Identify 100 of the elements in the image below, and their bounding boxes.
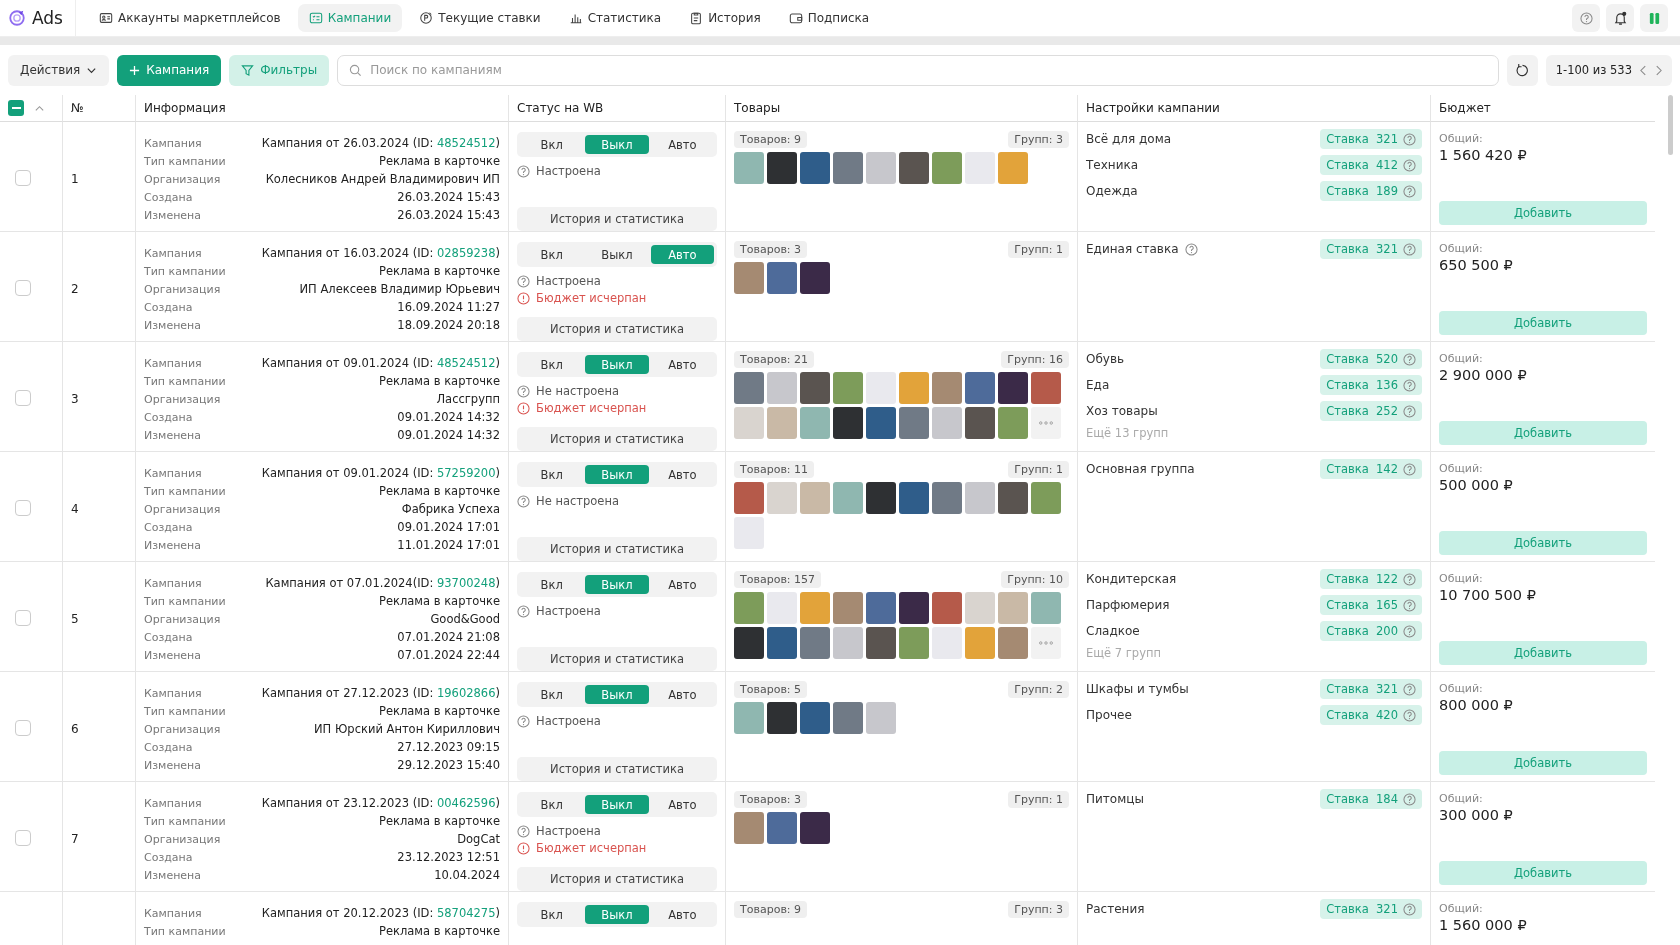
add-campaign-button[interactable]: Кампания (117, 54, 222, 86)
toggle-option[interactable]: Авто (650, 685, 714, 704)
previous-page-button[interactable] (1640, 64, 1647, 76)
toggle-option[interactable]: Вкл (520, 685, 584, 704)
bid-tag[interactable]: Ставка 321 (1320, 899, 1422, 919)
toggle-option[interactable]: Выкл (585, 685, 649, 704)
help-button[interactable] (1572, 4, 1600, 32)
group-name: Прочее (1086, 708, 1132, 722)
bid-tag[interactable]: Ставка 189 (1320, 181, 1422, 201)
campaign-id-link[interactable]: 57259200 (436, 466, 496, 480)
row-checkbox[interactable] (15, 830, 31, 846)
toggle-option[interactable]: Вкл (520, 795, 584, 814)
product-photo (965, 482, 995, 514)
bid-tag[interactable]: Ставка 200 (1320, 621, 1422, 641)
bid-tag[interactable]: Ставка 520 (1320, 349, 1422, 369)
campaign-id-link[interactable]: 48524512 (436, 136, 496, 150)
actions-dropdown[interactable]: Действия (8, 54, 110, 86)
add-budget-button[interactable]: Добавить (1439, 641, 1647, 665)
history-button[interactable]: История и статистика (517, 427, 717, 451)
campaign-id-link[interactable]: 58704275 (436, 906, 496, 920)
toggle-option[interactable]: Авто (650, 135, 714, 154)
bid-tag[interactable]: Ставка 136 (1320, 375, 1422, 395)
add-budget-button[interactable]: Добавить (1439, 421, 1647, 445)
bid-tag[interactable]: Ставка 184 (1320, 789, 1422, 809)
notifications-button[interactable] (1606, 4, 1634, 32)
bid-tag[interactable]: Ставка 122 (1320, 569, 1422, 589)
toggle-option[interactable]: Авто (650, 905, 714, 924)
row-checkbox[interactable] (15, 500, 31, 516)
toggle-option[interactable]: Выкл (585, 795, 649, 814)
toggle-option[interactable]: Выкл (585, 575, 649, 594)
history-button[interactable]: История и статистика (517, 757, 717, 781)
product-photo (767, 407, 797, 439)
bid-tag[interactable]: Ставка 142 (1320, 459, 1422, 479)
bid-tag[interactable]: Ставка 321 (1320, 679, 1422, 699)
row-checkbox[interactable] (15, 720, 31, 736)
add-budget-button[interactable]: Добавить (1439, 861, 1647, 885)
toggle-option[interactable]: Вкл (520, 575, 584, 594)
nav-tab[interactable]: Текущие ставки (408, 4, 552, 32)
campaign-id-link[interactable]: 19602866 (436, 686, 496, 700)
row-checkbox[interactable] (15, 170, 31, 186)
toggle-option[interactable]: Выкл (585, 245, 649, 264)
next-page-button[interactable] (1655, 64, 1662, 76)
nav-tab[interactable]: Аккаунты маркетплейсов (88, 4, 292, 32)
more-products-button[interactable] (1031, 407, 1061, 439)
more-groups-link[interactable]: Ещё 13 групп (1086, 426, 1422, 440)
bid-tag[interactable]: Ставка 420 (1320, 705, 1422, 725)
refresh-button[interactable] (1506, 54, 1538, 86)
toggle-option[interactable]: Вкл (520, 905, 584, 924)
field-value: 26.03.2024 15:43 (396, 190, 500, 205)
history-button[interactable]: История и статистика (517, 647, 717, 671)
bid-tag[interactable]: Ставка 165 (1320, 595, 1422, 615)
history-button[interactable]: История и статистика (517, 867, 717, 891)
toggle-option[interactable]: Авто (650, 575, 714, 594)
toggle-option[interactable]: Авто (650, 465, 714, 484)
toggle-option[interactable]: Выкл (585, 135, 649, 154)
filters-button[interactable]: Фильтры (229, 54, 330, 86)
campaign-id-link[interactable]: 48524512 (436, 356, 496, 370)
add-budget-button[interactable]: Добавить (1439, 751, 1647, 775)
row-number: 1 (71, 172, 80, 186)
bid-tag[interactable]: Ставка 252 (1320, 401, 1422, 421)
bid-tag[interactable]: Ставка 321 (1320, 129, 1422, 149)
campaign-id-link[interactable]: 02859238 (436, 246, 496, 260)
logo-icon (8, 9, 26, 27)
product-photo (734, 407, 764, 439)
more-products-button[interactable] (1031, 627, 1061, 659)
nav-tab[interactable]: Статистика (557, 4, 673, 32)
row-checkbox[interactable] (15, 390, 31, 406)
select-all-checkbox[interactable] (8, 100, 24, 116)
toggle-option[interactable]: Вкл (520, 135, 584, 154)
row-checkbox[interactable] (15, 280, 31, 296)
bid-tag[interactable]: Ставка 321 (1320, 239, 1422, 259)
toggle-option[interactable]: Авто (650, 355, 714, 374)
field-label: Кампания (144, 356, 203, 371)
bid-tag[interactable]: Ставка 412 (1320, 155, 1422, 175)
panel-toggle-button[interactable] (1640, 4, 1668, 32)
add-budget-button[interactable]: Добавить (1439, 531, 1647, 555)
search-field[interactable]: Поиск по кампаниям (337, 54, 1499, 86)
nav-tab[interactable]: Кампании (297, 4, 403, 32)
toggle-option[interactable]: Вкл (520, 465, 584, 484)
nav-tab[interactable]: Подписка (777, 4, 881, 32)
groups-count: Групп: 3 (1008, 131, 1069, 148)
campaign-id-link[interactable]: 93700248 (436, 576, 496, 590)
campaign-id-link[interactable]: 00462596 (436, 796, 496, 810)
toggle-option[interactable]: Вкл (520, 245, 584, 264)
toggle-option[interactable]: Выкл (585, 465, 649, 484)
nav-tab[interactable]: История (678, 4, 772, 32)
toggle-option[interactable]: Выкл (585, 905, 649, 924)
more-groups-link[interactable]: Ещё 7 групп (1086, 646, 1422, 660)
toggle-option[interactable]: Авто (650, 795, 714, 814)
row-checkbox[interactable] (15, 610, 31, 626)
history-button[interactable]: История и статистика (517, 537, 717, 561)
history-button[interactable]: История и статистика (517, 207, 717, 231)
add-budget-button[interactable]: Добавить (1439, 311, 1647, 335)
bid-value: Ставка 412 (1326, 158, 1398, 172)
toggle-option[interactable]: Вкл (520, 355, 584, 374)
field-label: Создана (144, 630, 194, 645)
toggle-option[interactable]: Выкл (585, 355, 649, 374)
toggle-option[interactable]: Авто (650, 245, 714, 264)
add-budget-button[interactable]: Добавить (1439, 201, 1647, 225)
history-button[interactable]: История и статистика (517, 317, 717, 341)
